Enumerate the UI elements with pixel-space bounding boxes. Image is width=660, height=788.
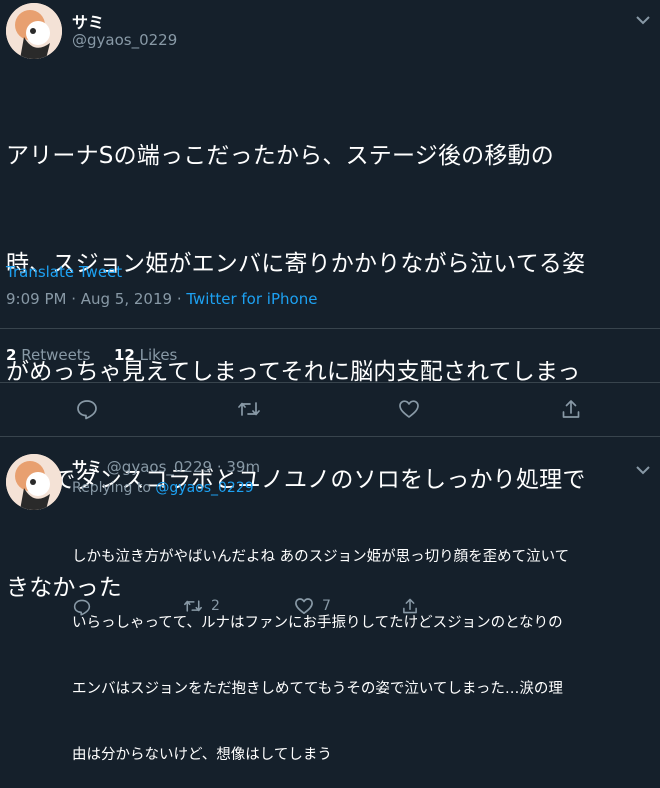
divider <box>0 328 660 329</box>
likes-label: Likes <box>139 346 178 364</box>
heart-icon[interactable] <box>398 399 420 419</box>
translate-tweet-link[interactable]: Translate Tweet <box>6 263 122 281</box>
reply-text-line: いらっしゃってて、ルナはファンにお手振りしてたけどスジョンのとなりの <box>72 615 563 631</box>
tweet-text-line: がめっちゃ見えてしまってそれに脳内支配されてしまっ <box>6 359 581 385</box>
tweet-source[interactable]: Twitter for iPhone <box>186 290 317 308</box>
tweet-text-line: アリーナSの端っこだったから、ステージ後の移動の <box>6 143 554 169</box>
retweets-stat[interactable]: 2 Retweets <box>6 346 91 364</box>
likes-count: 12 <box>114 346 135 364</box>
divider <box>0 436 660 437</box>
replying-to-label: Replying to <box>72 480 156 496</box>
reply-like-count: 7 <box>322 598 331 614</box>
reply-avatar[interactable] <box>6 454 62 510</box>
display-name[interactable]: サミ <box>72 9 104 33</box>
avatar-image <box>6 3 62 59</box>
share-icon[interactable] <box>401 597 419 615</box>
retweets-count: 2 <box>6 346 17 364</box>
tweet-timestamp[interactable]: 9:09 PM · Aug 5, 2019 · <box>6 290 186 308</box>
share-icon[interactable] <box>560 398 582 420</box>
reply-handle-time[interactable]: @gyaos_0229 · 39m <box>107 458 260 476</box>
reply-retweet-action[interactable]: 2 <box>182 597 220 615</box>
reply-like-action[interactable]: 7 <box>294 597 331 615</box>
reply-header: サミ @gyaos_0229 · 39m <box>72 456 260 477</box>
reply-text-line: しかも泣き方がやばいんだよね あのスジョン姫が思っ切り顔を歪めて泣いて <box>72 549 570 565</box>
avatar-image <box>6 454 62 510</box>
likes-stat[interactable]: 12 Likes <box>114 346 177 364</box>
reply-display-name[interactable]: サミ <box>72 458 102 476</box>
retweet-icon[interactable] <box>182 597 204 615</box>
retweet-icon[interactable] <box>236 398 262 420</box>
avatar[interactable] <box>6 3 62 59</box>
chevron-down-icon[interactable] <box>636 460 650 479</box>
comment-icon[interactable] <box>76 398 98 420</box>
retweets-label: Retweets <box>21 346 91 364</box>
replying-to-handle[interactable]: @gyaos_0229 <box>155 480 253 496</box>
divider <box>0 382 660 383</box>
reply-text-line: エンバはスジョンをただ抱きしめててもうその姿で泣いてしまった…涙の理 <box>72 681 563 697</box>
username[interactable]: @gyaos_0229 <box>72 31 177 49</box>
reply-retweet-count: 2 <box>211 598 220 614</box>
chevron-down-icon[interactable] <box>636 10 650 29</box>
heart-icon[interactable] <box>294 597 314 615</box>
comment-icon[interactable] <box>73 598 91 616</box>
replying-to: Replying to @gyaos_0229 <box>72 480 254 496</box>
reply-text: しかも泣き方がやばいんだよね あのスジョン姫が思っ切り顔を歪めて泣いて いらっし… <box>72 502 658 788</box>
reply-text-line: 由は分からないけど、想像はしてしまう <box>72 747 332 763</box>
tweet-meta: 9:09 PM · Aug 5, 2019 · Twitter for iPho… <box>6 290 317 308</box>
